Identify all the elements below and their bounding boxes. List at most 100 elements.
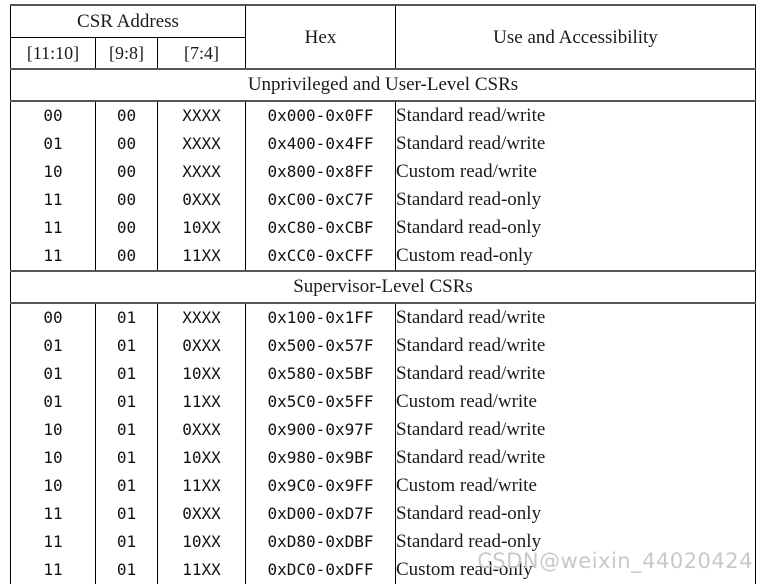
section-header-row: Supervisor-Level CSRs	[10, 270, 756, 303]
cell-bits-11-10: 10	[10, 444, 96, 472]
cell-use-accessibility: Standard read/write	[395, 302, 756, 332]
cell-use-accessibility: Standard read/write	[395, 360, 756, 388]
cell-hex-range: 0xCC0-0xCFF	[245, 242, 396, 271]
cell-hex-range: 0x580-0x5BF	[245, 360, 396, 388]
cell-bits-9-8: 00	[95, 100, 158, 130]
cell-hex-range: 0xD00-0xD7F	[245, 500, 396, 528]
cell-bits-7-4: 11XX	[157, 472, 246, 500]
cell-bits-7-4: XXXX	[157, 158, 246, 186]
table-row: 00 00 XXXX 0x000-0x0FF Standard read/write	[10, 100, 756, 130]
cell-bits-9-8: 01	[95, 528, 158, 556]
cell-bits-7-4: 11XX	[157, 388, 246, 416]
cell-hex-range: 0xC80-0xCBF	[245, 214, 396, 242]
cell-bits-11-10: 01	[10, 360, 96, 388]
table-row: 01 01 0XXX 0x500-0x57F Standard read/write	[10, 332, 756, 360]
cell-use-accessibility: Standard read/write	[395, 332, 756, 360]
cell-bits-11-10: 11	[10, 528, 96, 556]
cell-bits-9-8: 01	[95, 388, 158, 416]
cell-bits-9-8: 01	[95, 302, 158, 332]
cell-bits-9-8: 01	[95, 360, 158, 388]
section-title: Supervisor-Level CSRs	[10, 270, 756, 303]
cell-bits-7-4: 0XXX	[157, 332, 246, 360]
header-hex: Hex	[245, 4, 396, 69]
cell-hex-range: 0x5C0-0x5FF	[245, 388, 396, 416]
cell-bits-7-4: 0XXX	[157, 500, 246, 528]
header-csr-address: CSR Address	[10, 4, 246, 38]
cell-bits-7-4: 10XX	[157, 444, 246, 472]
section-header-row: Unprivileged and User-Level CSRs	[10, 68, 756, 101]
table-row: 11 01 10XX 0xD80-0xDBF Standard read-only	[10, 528, 756, 556]
cell-hex-range: 0x000-0x0FF	[245, 100, 396, 130]
cell-bits-9-8: 00	[95, 186, 158, 214]
table-row: 10 01 10XX 0x980-0x9BF Standard read/write	[10, 444, 756, 472]
cell-bits-11-10: 10	[10, 158, 96, 186]
cell-bits-7-4: 10XX	[157, 214, 246, 242]
table-row: 11 00 10XX 0xC80-0xCBF Standard read-only	[10, 214, 756, 242]
cell-bits-7-4: 0XXX	[157, 416, 246, 444]
table-row: 11 00 11XX 0xCC0-0xCFF Custom read-only	[10, 242, 756, 271]
cell-bits-9-8: 00	[95, 214, 158, 242]
cell-bits-11-10: 00	[10, 302, 96, 332]
cell-bits-7-4: XXXX	[157, 100, 246, 130]
cell-bits-11-10: 01	[10, 130, 96, 158]
table-row: 11 01 11XX 0xDC0-0xDFF Custom read-only	[10, 556, 756, 584]
cell-bits-7-4: 10XX	[157, 360, 246, 388]
cell-use-accessibility: Standard read/write	[395, 444, 756, 472]
cell-hex-range: 0x100-0x1FF	[245, 302, 396, 332]
cell-bits-11-10: 11	[10, 186, 96, 214]
cell-bits-7-4: 11XX	[157, 242, 246, 271]
header-use-and-accessibility: Use and Accessibility	[395, 4, 756, 69]
cell-bits-11-10: 11	[10, 500, 96, 528]
cell-bits-9-8: 01	[95, 332, 158, 360]
cell-use-accessibility: Custom read/write	[395, 472, 756, 500]
cell-hex-range: 0xD80-0xDBF	[245, 528, 396, 556]
cell-hex-range: 0xC00-0xC7F	[245, 186, 396, 214]
table-row: 01 01 11XX 0x5C0-0x5FF Custom read/write	[10, 388, 756, 416]
header-bits-9-8: [9:8]	[95, 37, 158, 69]
cell-bits-9-8: 01	[95, 444, 158, 472]
cell-bits-7-4: 10XX	[157, 528, 246, 556]
cell-use-accessibility: Custom read/write	[395, 388, 756, 416]
table-header-row-primary: CSR Address Hex Use and Accessibility	[10, 4, 756, 69]
table-row: 10 01 11XX 0x9C0-0x9FF Custom read/write	[10, 472, 756, 500]
cell-hex-range: 0x800-0x8FF	[245, 158, 396, 186]
cell-use-accessibility: Standard read-only	[395, 500, 756, 528]
cell-use-accessibility: Standard read-only	[395, 214, 756, 242]
table-row: 11 01 0XXX 0xD00-0xD7F Standard read-only	[10, 500, 756, 528]
cell-hex-range: 0x980-0x9BF	[245, 444, 396, 472]
cell-use-accessibility: Standard read/write	[395, 416, 756, 444]
cell-bits-11-10: 01	[10, 332, 96, 360]
cell-bits-7-4: XXXX	[157, 130, 246, 158]
cell-bits-9-8: 00	[95, 158, 158, 186]
cell-hex-range: 0x400-0x4FF	[245, 130, 396, 158]
table-row: 01 00 XXXX 0x400-0x4FF Standard read/write	[10, 130, 756, 158]
table-row: 10 01 0XXX 0x900-0x97F Standard read/write	[10, 416, 756, 444]
cell-use-accessibility: Standard read-only	[395, 528, 756, 556]
table-row: 10 00 XXXX 0x800-0x8FF Custom read/write	[10, 158, 756, 186]
table-row: 01 01 10XX 0x580-0x5BF Standard read/write	[10, 360, 756, 388]
cell-bits-11-10: 11	[10, 556, 96, 584]
cell-use-accessibility: Custom read-only	[395, 242, 756, 271]
cell-hex-range: 0xDC0-0xDFF	[245, 556, 396, 584]
cell-bits-7-4: 11XX	[157, 556, 246, 584]
cell-bits-11-10: 11	[10, 242, 96, 271]
cell-bits-11-10: 10	[10, 416, 96, 444]
cell-hex-range: 0x500-0x57F	[245, 332, 396, 360]
table-row: 00 01 XXXX 0x100-0x1FF Standard read/write	[10, 302, 756, 332]
cell-use-accessibility: Standard read-only	[395, 186, 756, 214]
cell-bits-11-10: 10	[10, 472, 96, 500]
cell-bits-7-4: 0XXX	[157, 186, 246, 214]
cell-bits-11-10: 00	[10, 100, 96, 130]
csr-address-table: CSR Address Hex Use and Accessibility [11:1…	[10, 4, 756, 584]
cell-bits-7-4: XXXX	[157, 302, 246, 332]
cell-use-accessibility: Custom read-only	[395, 556, 756, 584]
cell-bits-11-10: 01	[10, 388, 96, 416]
cell-hex-range: 0x900-0x97F	[245, 416, 396, 444]
cell-bits-9-8: 00	[95, 242, 158, 271]
header-bits-7-4: [7:4]	[157, 37, 246, 69]
cell-bits-9-8: 00	[95, 130, 158, 158]
cell-use-accessibility: Standard read/write	[395, 100, 756, 130]
cell-bits-9-8: 01	[95, 472, 158, 500]
cell-bits-11-10: 11	[10, 214, 96, 242]
cell-use-accessibility: Custom read/write	[395, 158, 756, 186]
